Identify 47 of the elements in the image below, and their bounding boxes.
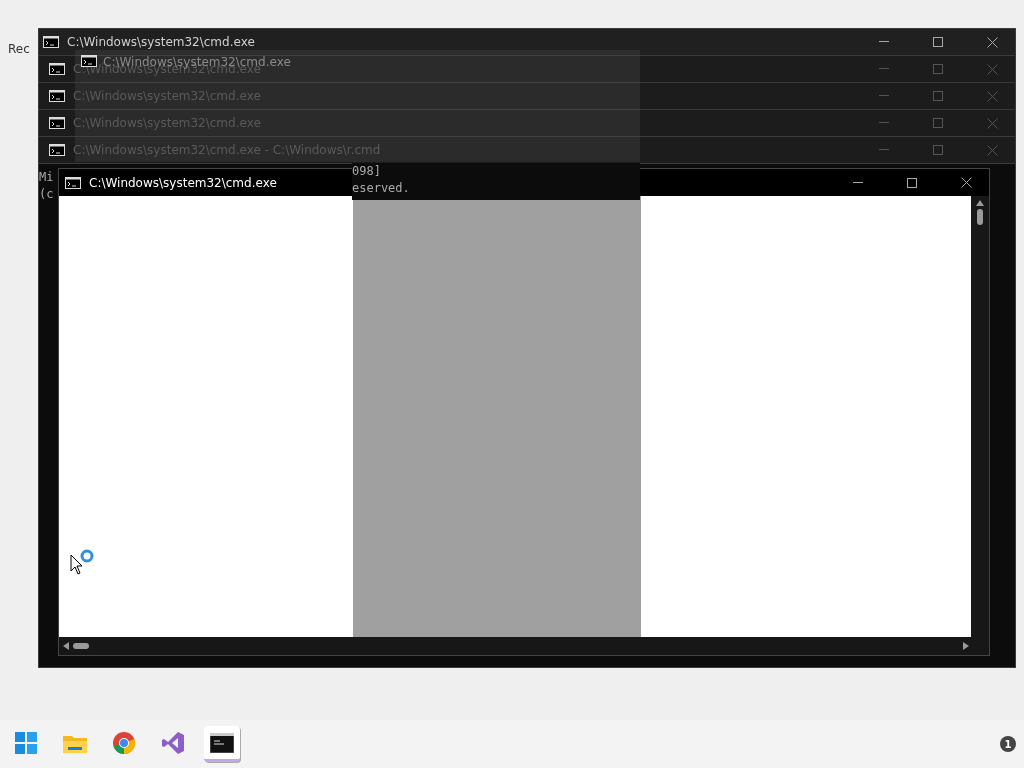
console-icon: [65, 176, 81, 189]
window-title: C:\Windows\system32\cmd.exe: [73, 116, 261, 130]
maximize-icon: [933, 91, 943, 101]
close-icon: [986, 117, 998, 129]
scroll-thumb[interactable]: [977, 209, 983, 225]
console-text: eserved.: [352, 181, 410, 197]
close-icon: [986, 63, 998, 75]
close-icon: [986, 144, 998, 156]
maximize-icon: [933, 64, 943, 74]
maximize-icon: [933, 37, 943, 47]
console-icon: [49, 90, 65, 102]
console-icon: [43, 36, 59, 48]
vertical-scrollbar[interactable]: [971, 196, 989, 637]
minimize-icon: [879, 68, 889, 70]
console-text: Mi: [39, 170, 54, 186]
notification-badge[interactable]: 1: [1000, 736, 1016, 752]
minimize-icon: [853, 181, 863, 184]
left-arrow-icon: [63, 642, 69, 650]
terminal-icon: [210, 732, 234, 753]
right-arrow-icon: [963, 642, 969, 650]
up-arrow-icon: [976, 200, 984, 206]
minimize-icon: [879, 95, 889, 97]
window-title: C:\Windows\system32\cmd.exe: [89, 175, 277, 190]
infinity-logo-icon: [161, 730, 185, 755]
minimize-icon: [879, 149, 889, 151]
console-text: (c: [39, 187, 54, 203]
horizontal-scrollbar[interactable]: [59, 637, 989, 655]
browser-icon: [112, 730, 136, 755]
close-icon: [986, 90, 998, 102]
console-icon: [49, 117, 65, 129]
maximize-icon: [933, 145, 943, 155]
scroll-thumb[interactable]: [73, 643, 89, 649]
windows-logo-icon: [15, 731, 37, 754]
minimize-icon: [879, 122, 889, 124]
maximize-icon: [907, 177, 917, 188]
close-icon: [960, 177, 972, 188]
busy-cursor-icon: [70, 549, 94, 577]
console-text: 098]: [352, 164, 381, 180]
window-title: C:\Windows\system32\cmd.exe: [73, 89, 261, 103]
console-icon: [49, 144, 65, 156]
taskbar-button[interactable]: [204, 726, 240, 762]
close-icon: [986, 36, 998, 48]
maximize-icon: [933, 118, 943, 128]
window-title: C:\Windows\system32\cmd.exe: [67, 35, 255, 49]
desktop-icon-label: Rec: [8, 42, 30, 56]
console-icon: [49, 63, 65, 75]
minimize-icon: [879, 41, 889, 43]
